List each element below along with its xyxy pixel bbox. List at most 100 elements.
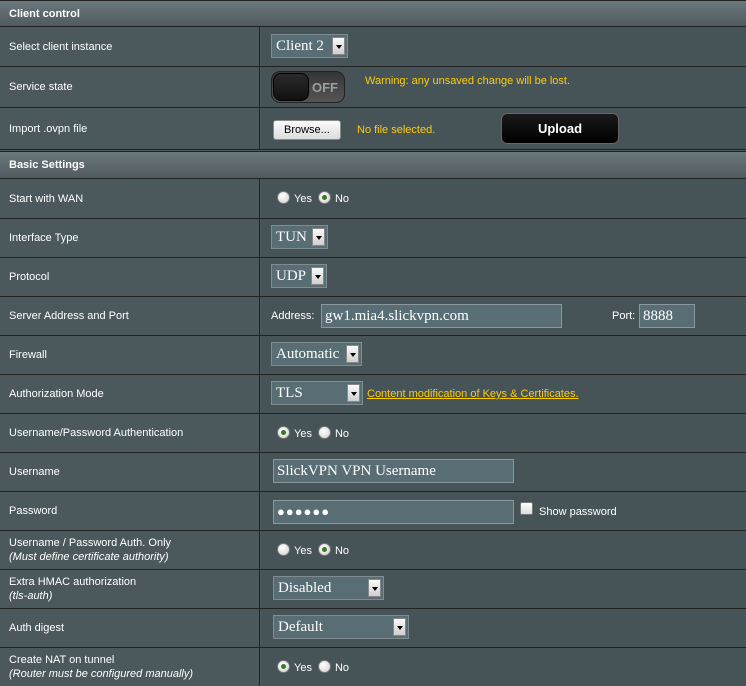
firewall-select[interactable]: Automatic bbox=[271, 342, 362, 366]
service-state-toggle[interactable]: OFF bbox=[271, 71, 345, 103]
chevron-down-icon bbox=[332, 37, 345, 55]
interface-type-label: Interface Type bbox=[9, 232, 79, 244]
server-address-input[interactable]: gw1.mia4.slickvpn.com bbox=[321, 304, 562, 328]
extra-hmac-value: Disabled bbox=[278, 580, 332, 596]
label-cell: Create NAT on tunnel (Router must be con… bbox=[0, 648, 260, 686]
unsaved-warning: Warning: any unsaved change will be lost… bbox=[365, 75, 571, 87]
label-cell: Authorization Mode bbox=[0, 375, 260, 413]
row-protocol: Protocol UDP bbox=[0, 258, 746, 297]
show-password-label: Show password bbox=[539, 506, 617, 518]
row-start-with-wan: Start with WAN Yes No bbox=[0, 179, 746, 219]
label-cell: Select client instance bbox=[0, 27, 260, 66]
value-cell: Yes No bbox=[261, 179, 746, 218]
create-nat-yes-radio[interactable] bbox=[277, 660, 290, 673]
start-with-wan-yes-radio[interactable] bbox=[277, 191, 290, 204]
yes-label: Yes bbox=[294, 544, 312, 557]
start-with-wan-no-radio[interactable] bbox=[317, 191, 331, 204]
client-instance-select[interactable]: Client 2 bbox=[271, 34, 348, 58]
port-input[interactable]: 8888 bbox=[639, 304, 695, 328]
interface-type-value: TUN bbox=[276, 229, 307, 245]
basic-settings-header: Basic Settings bbox=[0, 151, 746, 179]
create-nat-label: Create NAT on tunnel bbox=[9, 654, 115, 666]
userpass-only-note: (Must define certificate authority) bbox=[9, 551, 169, 563]
value-cell: ●●●●●● Show password bbox=[261, 492, 746, 530]
value-cell: Client 2 bbox=[261, 27, 746, 66]
row-firewall: Firewall Automatic bbox=[0, 336, 746, 375]
no-label: No bbox=[334, 661, 350, 674]
chevron-down-icon bbox=[346, 345, 359, 363]
no-label: No bbox=[334, 192, 350, 205]
keys-certificates-link[interactable]: Content modification of Keys & Certifica… bbox=[367, 388, 579, 400]
value-cell: Browse... No file selected. Upload bbox=[261, 108, 746, 149]
protocol-select[interactable]: UDP bbox=[271, 264, 327, 288]
username-input[interactable]: SlickVPN VPN Username bbox=[273, 459, 514, 483]
userpass-auth-radios: Yes No bbox=[277, 426, 355, 440]
row-userpass-auth: Username/Password Authentication Yes No bbox=[0, 414, 746, 453]
chevron-down-icon bbox=[311, 267, 324, 285]
userpass-only-label: Username / Password Auth. Only bbox=[9, 537, 172, 549]
value-cell: Yes No bbox=[261, 648, 746, 686]
auth-digest-label: Auth digest bbox=[9, 622, 65, 634]
userpass-auth-label: Username/Password Authentication bbox=[9, 427, 184, 439]
chevron-down-icon bbox=[347, 384, 360, 402]
value-cell: Disabled bbox=[261, 570, 746, 608]
userpass-only-no-radio[interactable] bbox=[317, 543, 331, 556]
password-input[interactable]: ●●●●●● bbox=[273, 500, 514, 524]
authorization-mode-value: TLS bbox=[276, 385, 303, 401]
start-with-wan-label: Start with WAN bbox=[9, 192, 84, 205]
row-import-ovpn: Import .ovpn file Browse... No file sele… bbox=[0, 108, 746, 150]
upload-button[interactable]: Upload bbox=[501, 113, 619, 144]
basic-settings-title: Basic Settings bbox=[9, 159, 85, 171]
value-cell: TLS Content modification of Keys & Certi… bbox=[261, 375, 746, 413]
value-cell: UDP bbox=[261, 258, 746, 296]
extra-hmac-label: Extra HMAC authorization bbox=[9, 576, 137, 588]
userpass-only-yes-radio[interactable] bbox=[277, 543, 290, 556]
label-cell: Interface Type bbox=[0, 219, 260, 257]
userpass-auth-yes-radio[interactable] bbox=[277, 426, 290, 439]
firewall-label: Firewall bbox=[9, 349, 47, 361]
import-ovpn-label: Import .ovpn file bbox=[9, 122, 88, 135]
extra-hmac-select[interactable]: Disabled bbox=[273, 576, 384, 600]
authorization-mode-select[interactable]: TLS bbox=[271, 381, 363, 405]
value-cell: Yes No bbox=[261, 531, 746, 569]
value-cell: Automatic bbox=[261, 336, 746, 374]
label-cell: Auth digest bbox=[0, 609, 260, 647]
value-cell: SlickVPN VPN Username bbox=[261, 453, 746, 491]
username-label: Username bbox=[9, 466, 60, 478]
row-service-state: Service state OFF Warning: any unsaved c… bbox=[0, 67, 746, 108]
password-label: Password bbox=[9, 505, 58, 517]
interface-type-select[interactable]: TUN bbox=[271, 225, 328, 249]
yes-label: Yes bbox=[294, 661, 312, 674]
row-password: Password ●●●●●● Show password bbox=[0, 492, 746, 531]
row-username: Username SlickVPN VPN Username bbox=[0, 453, 746, 492]
server-address-label: Server Address and Port bbox=[9, 310, 129, 322]
chevron-down-icon bbox=[368, 579, 381, 597]
label-cell: Start with WAN bbox=[0, 179, 260, 218]
client-control-header: Client control bbox=[0, 0, 746, 27]
label-cell: Firewall bbox=[0, 336, 260, 374]
authorization-mode-label: Authorization Mode bbox=[9, 388, 104, 400]
show-password-checkbox[interactable] bbox=[520, 502, 533, 515]
value-cell: OFF Warning: any unsaved change will be … bbox=[261, 67, 746, 107]
label-cell: Username / Password Auth. Only (Must def… bbox=[0, 531, 260, 569]
row-create-nat: Create NAT on tunnel (Router must be con… bbox=[0, 648, 746, 686]
value-cell: Address: gw1.mia4.slickvpn.com Port: 888… bbox=[261, 297, 746, 335]
file-status: No file selected. bbox=[357, 124, 436, 136]
value-cell: Default bbox=[261, 609, 746, 647]
label-cell: Import .ovpn file bbox=[0, 108, 260, 149]
userpass-auth-no-radio[interactable] bbox=[317, 426, 331, 439]
client-control-title: Client control bbox=[9, 7, 80, 20]
create-nat-note: (Router must be configured manually) bbox=[9, 668, 194, 680]
auth-digest-select[interactable]: Default bbox=[273, 615, 409, 639]
firewall-value: Automatic bbox=[276, 346, 340, 362]
row-server-address: Server Address and Port Address: gw1.mia… bbox=[0, 297, 746, 336]
label-cell: Extra HMAC authorization (tls-auth) bbox=[0, 570, 260, 608]
create-nat-radios: Yes No bbox=[277, 660, 355, 674]
label-cell: Username/Password Authentication bbox=[0, 414, 260, 452]
extra-hmac-note: (tls-auth) bbox=[9, 590, 53, 602]
create-nat-no-radio[interactable] bbox=[317, 660, 331, 673]
browse-button[interactable]: Browse... bbox=[273, 120, 341, 140]
service-state-label: Service state bbox=[9, 81, 73, 93]
row-authorization-mode: Authorization Mode TLS Content modificat… bbox=[0, 375, 746, 414]
port-label: Port: bbox=[612, 310, 636, 322]
